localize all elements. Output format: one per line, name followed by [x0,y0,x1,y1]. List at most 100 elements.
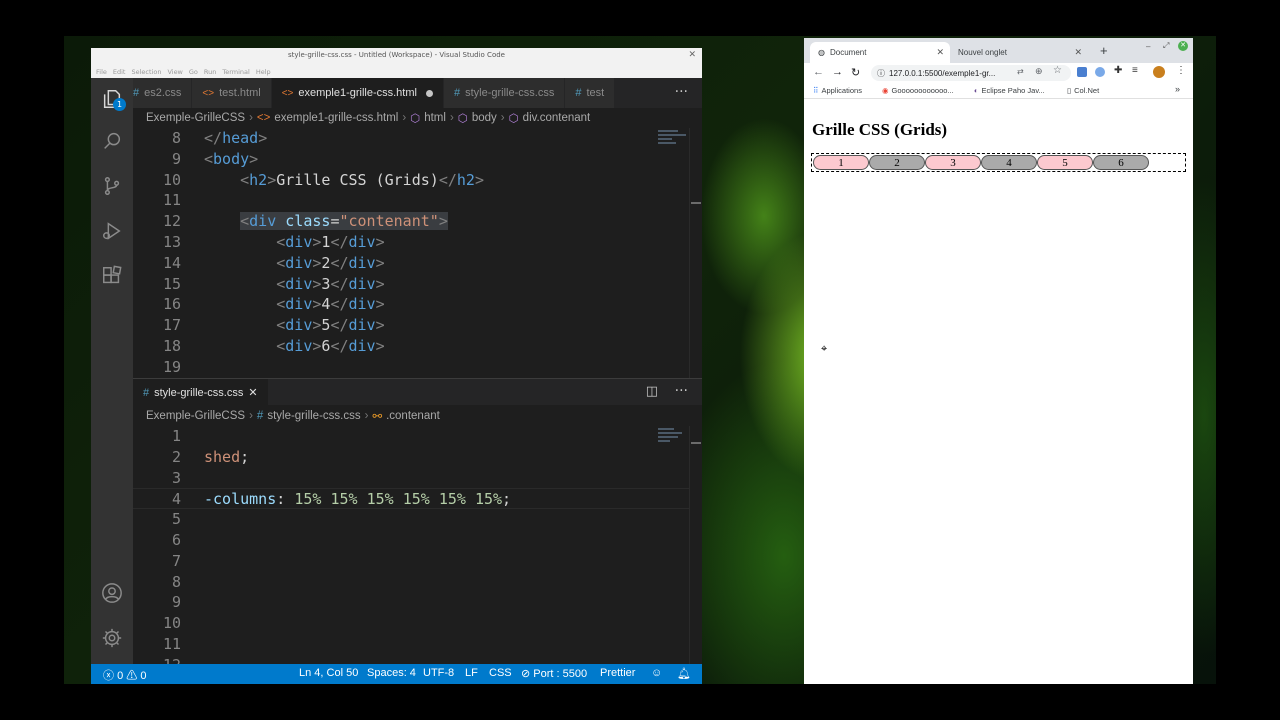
breadcrumb-item[interactable]: Exemple-GrilleCSS [146,410,245,422]
code-line[interactable]: 11 [133,190,689,211]
code-line[interactable]: 13 <div>1</div> [133,232,689,253]
tab-style-grille-css[interactable]: # style-grille-css.css ✕ [133,379,268,406]
breadcrumb-item[interactable]: body [472,112,497,124]
problems-indicator[interactable]: ⓧ 0 ⚠ 0 [103,667,146,683]
code-line[interactable]: 8 </head> [133,128,689,149]
maximize-icon[interactable]: ⤢ [1163,41,1169,51]
search-icon[interactable] [101,130,123,152]
code-line[interactable]: 3 [133,468,689,489]
bookmark-colnet[interactable]: ▯ Col.Net [1067,86,1099,95]
menu-item[interactable]: Edit [113,68,126,76]
source-control-icon[interactable] [101,175,123,197]
feedback-icon[interactable]: ☺ [651,667,662,679]
code-line[interactable]: 19 [133,357,689,378]
back-arrow-icon[interactable]: ← [813,66,824,78]
zoom-icon[interactable]: ⊕ [1035,66,1043,77]
menu-item[interactable]: Run [204,68,216,76]
extension-icon[interactable] [1077,67,1087,77]
menu-item[interactable]: Terminal [222,68,249,76]
live-server-port[interactable]: ⊘ Port : 5500 [521,667,587,680]
breadcrumb-item[interactable]: exemple1-grille-css.html [274,112,398,124]
profile-avatar[interactable] [1153,66,1165,78]
account-icon[interactable] [101,582,123,604]
code-line[interactable]: 14 <div>2</div> [133,253,689,274]
menu-item[interactable]: Selection [131,68,161,76]
menu-item[interactable]: Help [256,68,271,76]
code-line[interactable]: 6 [133,530,689,551]
code-line[interactable]: 12 [133,655,689,664]
split-editor-icon[interactable]: ◫ [646,384,658,399]
breadcrumb-item[interactable]: Exemple-GrilleCSS [146,112,245,124]
editor-tab[interactable]: <> exemple1-grille-css.html [271,78,444,108]
breadcrumb-item[interactable]: .contenant [386,410,440,422]
prettier-status[interactable]: Prettier [600,667,635,679]
code-line[interactable]: 9 [133,592,689,613]
extension-icon[interactable] [1095,67,1105,77]
code-line[interactable]: 16 <div>4</div> [133,294,689,315]
code-line[interactable]: 2 shed; [133,447,689,468]
bookmark-google[interactable]: ◉ Goooooooooooo... [882,86,954,95]
language-mode[interactable]: CSS [489,667,512,679]
close-tab-icon[interactable]: ✕ [936,47,944,58]
code-line[interactable]: 15 <div>3</div> [133,274,689,295]
menu-item[interactable]: View [167,68,182,76]
translate-icon[interactable]: ⇄ [1017,67,1024,76]
editor-tab[interactable]: # test [565,78,616,108]
code-line[interactable]: 10 [133,613,689,634]
code-line[interactable]: 8 [133,572,689,593]
browser-tab-document[interactable]: ◍ Document ✕ [810,42,950,63]
code-line[interactable]: 7 [133,551,689,572]
breadcrumb-item[interactable]: html [424,112,446,124]
menu-item[interactable]: Go [189,68,198,76]
minimap[interactable] [654,128,689,168]
reading-list-icon[interactable]: ≡ [1132,65,1138,76]
code-line[interactable]: 4 -columns: 15% 15% 15% 15% 15% 15%; [133,488,689,510]
breadcrumb-item[interactable]: div.contenant [523,112,591,124]
code-line[interactable]: 9 <body> [133,149,689,170]
close-window-icon[interactable]: ✕ [1178,41,1188,51]
more-actions-icon[interactable]: ··· [675,383,688,399]
reload-icon[interactable]: ↻ [851,66,860,79]
more-actions-icon[interactable]: ··· [675,84,688,100]
end-of-line[interactable]: LF [465,667,478,679]
code-line[interactable]: 18 <div>6</div> [133,336,689,357]
code-line[interactable]: 10 <h2>Grille CSS (Grids)</h2> [133,170,689,191]
css-editor[interactable]: 1 2 shed; 3 4 -columns: 15% 15% 15% 15% 15% 1… [133,426,689,664]
html-editor-scrollbar[interactable] [689,128,702,378]
line-number: 13 [162,232,181,251]
bookmark-applications[interactable]: ⠿ Applications [813,86,862,95]
window-close-icon[interactable]: ✕ [688,50,696,60]
code-line[interactable]: 12 <div class="contenant"> [133,211,689,232]
extensions-icon[interactable] [101,265,123,287]
notifications-icon[interactable]: 🔔︎ [677,667,691,680]
indentation[interactable]: Spaces: 4 [367,667,416,679]
bookmark-eclipse-paho[interactable]: ◐ Eclipse Paho Jav... [974,86,1045,95]
settings-gear-icon[interactable] [101,627,123,649]
close-tab-icon[interactable]: ✕ [248,386,257,399]
unsaved-dot-icon[interactable] [425,89,433,97]
kebab-menu-icon[interactable]: ⋮ [1176,65,1186,76]
editor-tab[interactable]: # style-grille-css.css [443,78,566,108]
encoding[interactable]: UTF-8 [423,667,454,679]
code-line[interactable]: 17 <div>5</div> [133,315,689,336]
css-editor-scrollbar[interactable] [689,426,702,664]
extensions-puzzle-icon[interactable]: ✚ [1114,65,1122,76]
editor-tab[interactable]: # es2.css [133,78,193,108]
minimap[interactable] [654,426,689,466]
forward-arrow-icon[interactable]: → [832,66,843,78]
code-line[interactable]: 11 [133,634,689,655]
run-debug-icon[interactable] [101,220,123,242]
close-tab-icon[interactable]: ✕ [1074,47,1082,58]
menu-item[interactable]: File [96,68,107,76]
browser-tab-new[interactable]: Nouvel onglet ✕ [954,42,1088,63]
minimize-icon[interactable]: ‒ [1146,42,1150,51]
code-line[interactable]: 1 [133,426,689,447]
code-line[interactable]: 5 [133,509,689,530]
cursor-position[interactable]: Ln 4, Col 50 [299,667,358,679]
editor-tab[interactable]: <> test.html [192,78,272,108]
new-tab-plus-icon[interactable]: + [1100,43,1108,58]
bookmark-star-icon[interactable]: ☆ [1053,65,1062,76]
more-bookmarks-chevron[interactable]: » [1175,84,1180,94]
breadcrumb-item[interactable]: style-grille-css.css [267,410,360,422]
html-editor[interactable]: 8 </head> 9 <body> 10 <h2>Grille CSS (Grids)… [133,128,689,378]
